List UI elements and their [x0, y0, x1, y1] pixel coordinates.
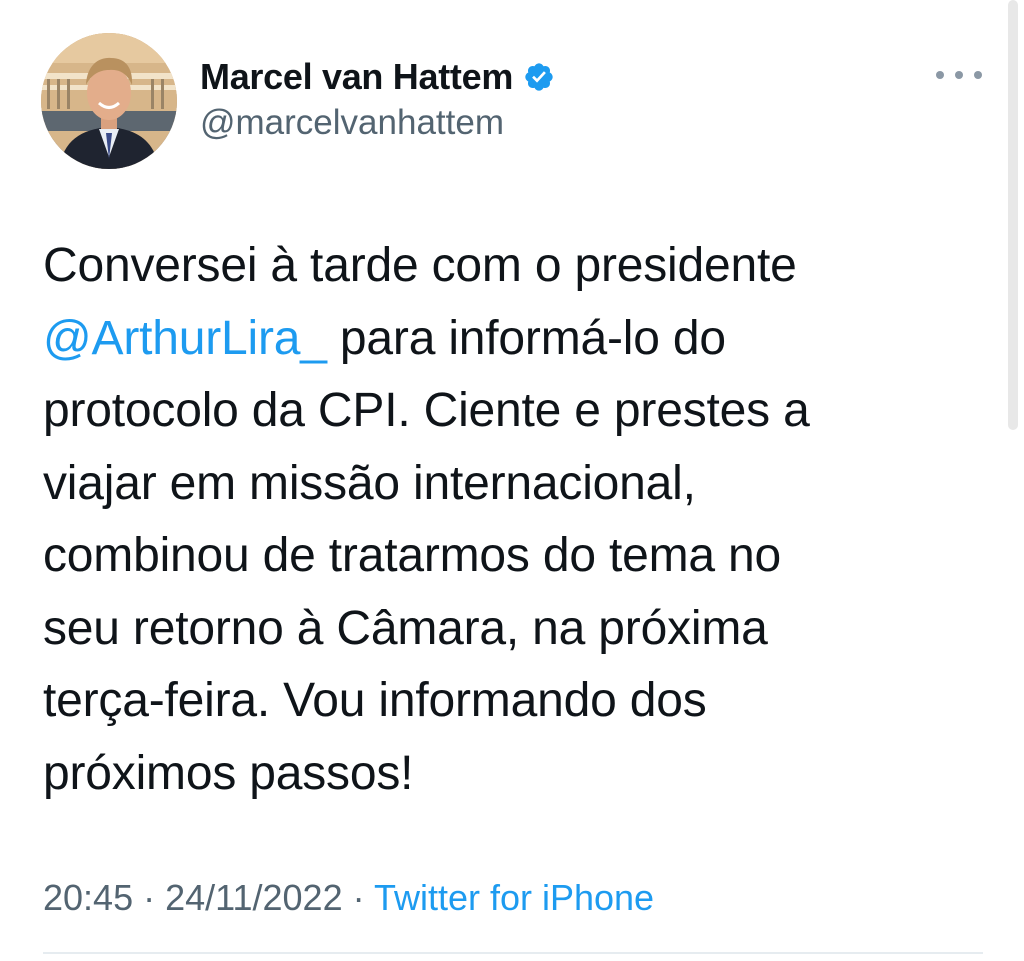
more-dot: [974, 71, 982, 79]
verified-badge-icon: [523, 61, 555, 93]
tweet-line: viajar em missão internacional,: [43, 456, 696, 510]
tweet-line: Conversei à tarde com o presidente: [43, 239, 797, 292]
scrollbar[interactable]: [1008, 0, 1018, 430]
tweet-body: Conversei à tarde com o presidente @Arth…: [43, 230, 973, 810]
tweet-line: combinou de tratarmos do tema no: [43, 529, 781, 582]
tweet-card: Marcel van Hattem @marcelvanhattem Conve…: [0, 0, 1024, 961]
more-dot: [955, 71, 963, 79]
tweet-time[interactable]: 20:45: [43, 877, 133, 918]
tweet-line: terça-feira. Vou informando dos: [43, 674, 707, 727]
tweet-metadata: 20:45 · 24/11/2022 · Twitter for iPhone: [43, 877, 654, 919]
meta-separator: ·: [133, 877, 166, 918]
tweet-line: próximos passos!: [43, 746, 414, 800]
meta-separator: ·: [342, 877, 374, 918]
mention-link[interactable]: @ArthurLira_: [43, 312, 327, 365]
tweet-date[interactable]: 24/11/2022: [165, 877, 343, 918]
more-options-button[interactable]: [936, 60, 982, 90]
author-display-name[interactable]: Marcel van Hattem: [200, 56, 513, 98]
tweet-line-text: para informá-lo do: [326, 311, 726, 365]
avatar[interactable]: [41, 33, 177, 169]
author-name-row: Marcel van Hattem: [200, 55, 555, 99]
tweet-line: seu retorno à Câmara, na próxima: [43, 601, 768, 655]
tweet-line: protocolo da CPI. Ciente e prestes a: [43, 384, 810, 437]
more-horizontal-icon: [936, 71, 944, 79]
divider: [43, 952, 983, 954]
profile-photo-icon: [41, 33, 177, 169]
tweet-line: @ArthurLira_ para informá-lo do: [43, 303, 973, 376]
author-handle[interactable]: @marcelvanhattem: [200, 103, 504, 143]
tweet-source-link[interactable]: Twitter for iPhone: [374, 877, 654, 918]
